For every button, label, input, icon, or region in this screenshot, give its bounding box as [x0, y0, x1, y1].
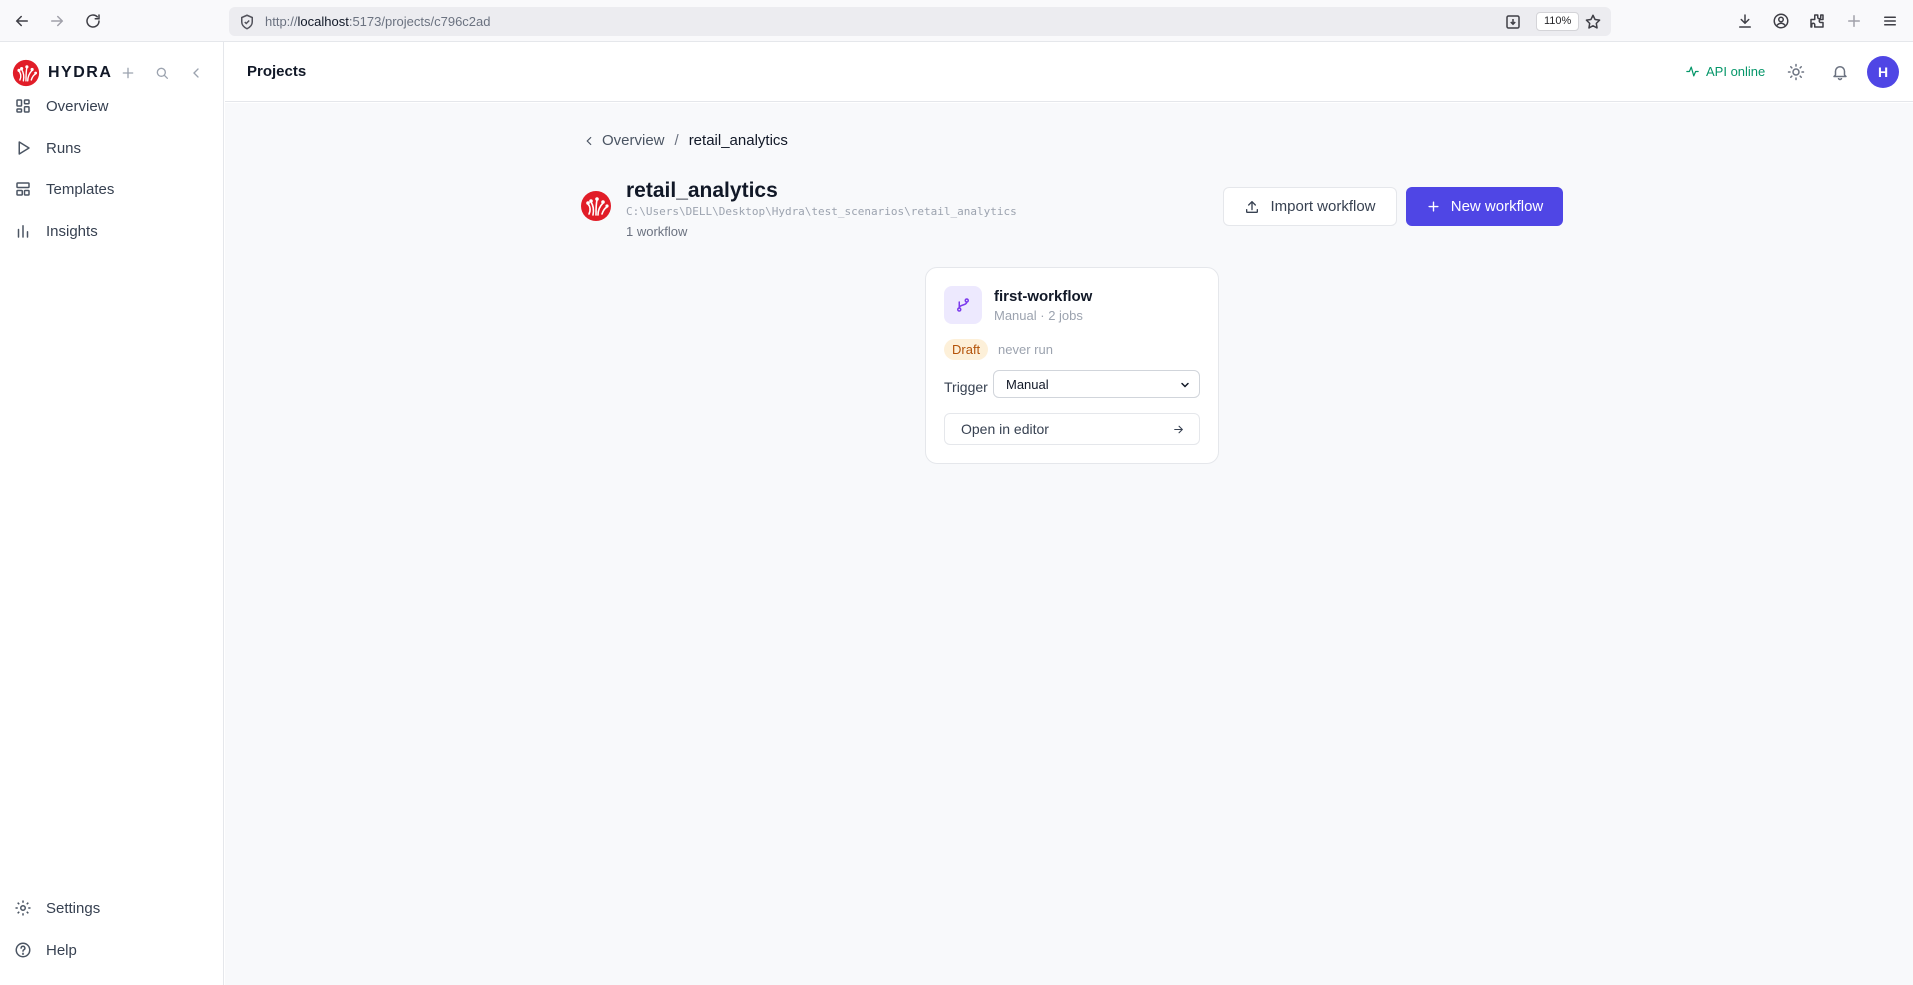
- sidebar-item-runs[interactable]: Runs: [14, 131, 210, 165]
- gear-icon: [15, 900, 31, 916]
- bar-chart-icon: [17, 225, 29, 238]
- sidebar-item-label: Overview: [46, 97, 109, 115]
- forward-icon[interactable]: [45, 9, 69, 33]
- breadcrumb-current: retail_analytics: [688, 132, 788, 149]
- play-icon: [18, 141, 30, 155]
- breadcrumb: Overview / retail_analytics: [582, 132, 788, 149]
- account-icon[interactable]: [1769, 9, 1793, 33]
- bookmark-star-icon[interactable]: [1581, 10, 1605, 34]
- brand[interactable]: HYDRA: [12, 58, 112, 88]
- page-save-icon[interactable]: [1501, 10, 1525, 34]
- browser-toolbar: http://localhost:5173/projects/c796c2ad …: [0, 0, 1913, 42]
- sidebar-item-label: Settings: [46, 899, 101, 917]
- workflow-card[interactable]: first-workflow Manual · 2 jobs Draft nev…: [925, 267, 1219, 464]
- back-icon[interactable]: [10, 9, 34, 33]
- sidebar-item-templates[interactable]: Templates: [14, 172, 210, 206]
- reload-icon[interactable]: [81, 9, 105, 33]
- theme-toggle-icon[interactable]: [1785, 61, 1807, 83]
- sidebar-item-label: Runs: [46, 139, 82, 157]
- sidebar-item-label: Help: [46, 941, 77, 959]
- help-circle-icon: [15, 942, 31, 958]
- sidebar: HYDRA Overview Runs Templates Insights S…: [0, 42, 224, 985]
- collapse-sidebar-icon[interactable]: [185, 62, 207, 84]
- sidebar-item-insights[interactable]: Insights: [14, 214, 210, 248]
- templates-icon: [16, 182, 30, 196]
- breadcrumb-separator: /: [674, 132, 679, 149]
- project-name: retail_analytics: [626, 179, 778, 202]
- last-run-text: never run: [998, 342, 1053, 357]
- plus-icon: [1428, 201, 1439, 212]
- page-title: Projects: [247, 63, 307, 80]
- sidebar-item-settings[interactable]: Settings: [14, 891, 210, 925]
- zoom-level-badge[interactable]: 110%: [1536, 12, 1580, 31]
- add-icon[interactable]: [117, 62, 139, 84]
- workflow-name[interactable]: first-workflow: [994, 288, 1092, 305]
- trigger-label: Trigger: [944, 379, 988, 395]
- chevron-down-icon: [1181, 382, 1189, 388]
- main-content: Overview / retail_analytics retail_analy…: [225, 103, 1913, 985]
- sidebar-item-label: Templates: [46, 180, 115, 198]
- topbar: Projects API online H: [225, 42, 1913, 102]
- new-workflow-button[interactable]: New workflow: [1406, 187, 1563, 226]
- trigger-select[interactable]: Manual: [993, 370, 1200, 398]
- brand-name: HYDRA: [48, 64, 113, 81]
- sidebar-item-label: Insights: [46, 222, 98, 240]
- new-tab-icon[interactable]: [1842, 9, 1866, 33]
- api-status-badge: API online: [1685, 64, 1765, 79]
- import-workflow-button[interactable]: Import workflow: [1223, 187, 1397, 226]
- avatar[interactable]: H: [1867, 56, 1899, 88]
- url-text: http://localhost:5173/projects/c796c2ad: [265, 14, 491, 29]
- chevron-left-icon: [586, 136, 592, 145]
- arrow-right-icon: [1174, 425, 1184, 434]
- sidebar-item-overview[interactable]: Overview: [14, 89, 210, 123]
- upload-icon: [1246, 200, 1259, 213]
- search-icon[interactable]: [151, 62, 173, 84]
- bell-icon[interactable]: [1829, 61, 1851, 83]
- downloads-icon[interactable]: [1733, 9, 1757, 33]
- menu-icon[interactable]: [1878, 9, 1902, 33]
- workflow-meta: Manual · 2 jobs: [994, 308, 1083, 323]
- shield-icon[interactable]: [235, 10, 259, 34]
- breadcrumb-back-link[interactable]: Overview: [582, 132, 665, 149]
- extensions-icon[interactable]: [1805, 9, 1829, 33]
- git-branch-icon: [944, 286, 982, 324]
- layout-grid-icon: [16, 99, 30, 113]
- activity-icon: [1686, 66, 1699, 77]
- open-in-editor-button[interactable]: Open in editor: [944, 413, 1200, 445]
- sidebar-item-help[interactable]: Help: [14, 933, 210, 967]
- project-path: C:\Users\DELL\Desktop\Hydra\test_scenari…: [626, 205, 1017, 218]
- hydra-logo-icon: [12, 59, 40, 87]
- workflow-count: 1 workflow: [626, 224, 688, 239]
- address-bar[interactable]: http://localhost:5173/projects/c796c2ad …: [229, 7, 1611, 36]
- project-logo-icon: [581, 191, 611, 221]
- status-badge: Draft: [944, 339, 989, 360]
